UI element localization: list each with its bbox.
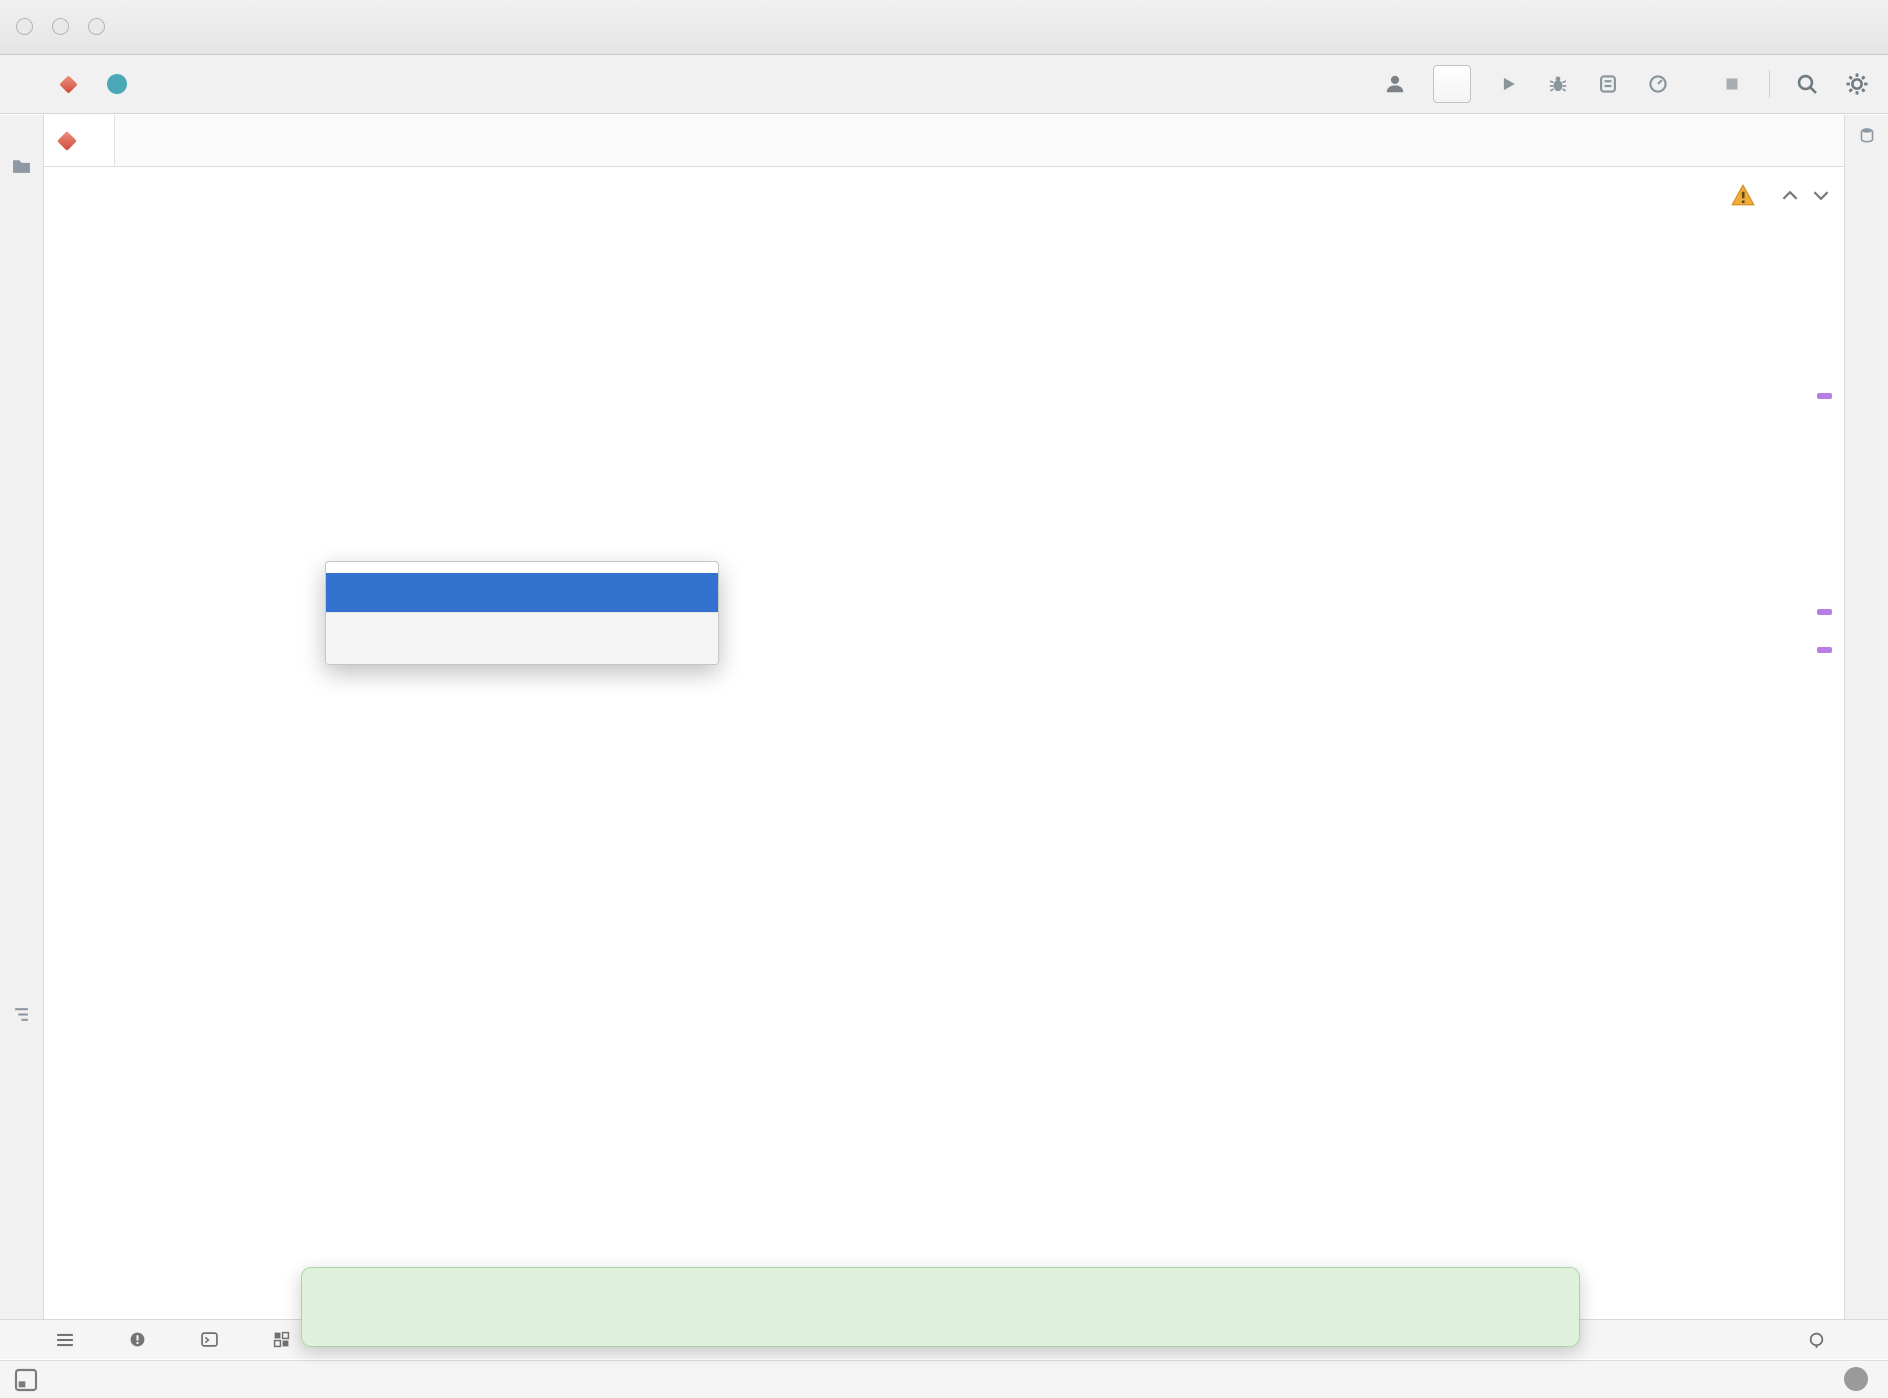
chevron-up-icon[interactable] <box>1781 190 1799 201</box>
breadcrumb-class[interactable] <box>107 74 135 94</box>
run-button[interactable] <box>1495 71 1521 97</box>
inspections-widget[interactable] <box>1731 184 1830 206</box>
main-toolbar <box>1384 65 1870 103</box>
tool-button-terminal[interactable] <box>201 1332 227 1347</box>
breadcrumb-file[interactable] <box>62 78 85 91</box>
search-icon <box>1795 72 1819 96</box>
debug-button[interactable] <box>1545 71 1571 97</box>
user-icon <box>1384 73 1406 95</box>
ruby-file-icon <box>59 75 77 93</box>
intention-popup <box>325 561 719 665</box>
coverage-icon <box>1597 73 1619 95</box>
stop-icon <box>1721 73 1743 95</box>
toolbar-divider <box>1769 70 1770 98</box>
window-title <box>0 0 1888 54</box>
profiler-button[interactable] <box>1645 71 1671 97</box>
change-marker[interactable] <box>1817 393 1832 399</box>
navigation-bar <box>0 55 1888 114</box>
add-configuration-button[interactable] <box>1433 65 1471 103</box>
ide-window <box>0 0 1888 1398</box>
todo-icon <box>56 1332 74 1348</box>
change-marker[interactable] <box>1817 609 1832 615</box>
terminal-icon <box>201 1332 218 1347</box>
tool-stripe-structure[interactable] <box>0 997 43 1023</box>
breadcrumb <box>18 74 135 94</box>
user-account-button[interactable] <box>1384 73 1409 95</box>
stop-button[interactable] <box>1719 71 1745 97</box>
hide-tool-windows-button[interactable] <box>14 1368 38 1397</box>
settings-button[interactable] <box>1844 71 1870 97</box>
event-log-icon <box>1808 1332 1825 1349</box>
profiler-icon <box>1647 73 1669 95</box>
structure-icon <box>13 1006 30 1023</box>
code-editor[interactable] <box>44 167 1844 1281</box>
chevron-down-icon[interactable] <box>1812 190 1830 201</box>
title-bar <box>0 0 1888 55</box>
problems-icon <box>129 1331 146 1348</box>
change-marker[interactable] <box>1817 647 1832 653</box>
tool-button-services[interactable] <box>273 1331 299 1348</box>
database-icon <box>1859 127 1875 143</box>
popup-action-go-to-type-signature[interactable] <box>326 573 718 612</box>
help-button[interactable] <box>1844 1367 1868 1391</box>
status-bar <box>0 1360 1888 1398</box>
search-everywhere-button[interactable] <box>1794 71 1820 97</box>
tool-button-problems[interactable] <box>129 1331 155 1348</box>
run-icon <box>1497 73 1519 95</box>
tool-stripe-database[interactable] <box>1845 127 1888 152</box>
gear-icon <box>1845 72 1869 96</box>
left-tool-window-stripe <box>0 115 44 1319</box>
editor-tab-bar <box>44 115 1844 167</box>
coverage-button[interactable] <box>1595 71 1621 97</box>
services-icon <box>273 1331 290 1348</box>
popup-hint <box>326 612 718 664</box>
context-actions-tooltip <box>301 1267 1580 1347</box>
class-icon <box>107 74 127 94</box>
tab-library-rb[interactable] <box>44 115 115 166</box>
folder-icon <box>12 158 31 174</box>
warning-icon <box>1731 184 1755 206</box>
ruby-file-icon <box>57 131 77 151</box>
tool-button-todo[interactable] <box>56 1332 83 1348</box>
tool-stripe-project[interactable] <box>0 149 43 174</box>
bug-icon <box>1547 73 1569 95</box>
right-tool-window-stripe <box>1844 115 1888 1319</box>
tool-stripe-favorites[interactable] <box>0 1171 43 1180</box>
tool-window-toggle-icon <box>14 1368 38 1392</box>
tool-button-event-log[interactable] <box>1808 1320 1834 1360</box>
